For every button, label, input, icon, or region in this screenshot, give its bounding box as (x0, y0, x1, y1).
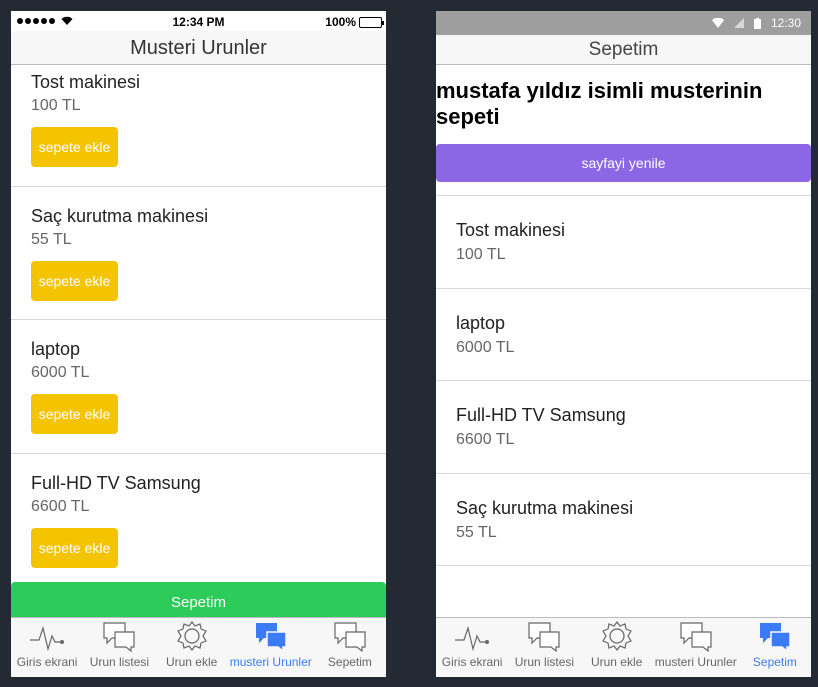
tab-label: Giris ekrani (441, 655, 503, 669)
list-item: laptop 6000 TL (436, 289, 811, 381)
product-name: Full-HD TV Samsung (456, 405, 626, 425)
ios-status-bar: 12:34 PM 100% (11, 11, 386, 31)
tab-label: Giris ekrani (16, 655, 78, 669)
gear-icon (176, 621, 207, 651)
cart-list[interactable]: Tost makinesi 100 TL laptop 6000 TL Full… (436, 195, 811, 566)
product-name: Tost makinesi (456, 220, 566, 240)
android-phone-screen: 12:30 Sepetim mustafa yıldız isimli must… (436, 11, 811, 677)
tab-label: Urun ekle (165, 655, 218, 669)
tab-label: Urun ekle (590, 655, 643, 669)
product-name: laptop (31, 339, 81, 359)
product-price: 55 TL (31, 230, 72, 248)
product-name: Tost makinesi (31, 72, 141, 92)
chat-icon (255, 623, 287, 652)
tab-label: Sepetim (327, 655, 372, 669)
pulse-icon (455, 625, 490, 652)
ios-phone-screen: 12:34 PM 100% Musteri Urunler Tost makin… (11, 11, 386, 677)
tab-sepetim[interactable]: Sepetim (739, 618, 811, 677)
tab-urun-listesi[interactable]: Urun listesi (83, 618, 155, 677)
product-price: 6600 TL (31, 497, 90, 515)
page-title: Musteri Urunler (11, 31, 386, 65)
add-to-cart-button[interactable]: sepete ekle (31, 260, 118, 301)
list-item: Tost makinesi 100 TL (436, 196, 811, 289)
product-price: 100 TL (31, 97, 81, 114)
chat-icon (528, 622, 560, 652)
list-item: laptop 6000 TL sepete ekle (11, 320, 386, 454)
tab-urun-ekle[interactable]: Urun ekle (581, 618, 653, 677)
tab-urun-listesi[interactable]: Urun listesi (508, 618, 580, 677)
pulse-icon (30, 625, 65, 652)
chat-icon (103, 622, 135, 652)
battery-icon (753, 17, 761, 29)
wifi-icon (711, 18, 724, 28)
list-item: Saç kurutma makinesi 55 TL (436, 474, 811, 566)
list-item: Full-HD TV Samsung 6600 TL (436, 381, 811, 474)
tab-sepetim[interactable]: Sepetim (314, 618, 386, 677)
product-name: Full-HD TV Samsung (31, 472, 201, 493)
battery-percent: 100% (325, 15, 356, 29)
tab-giris-ekrani[interactable]: Giris ekrani (11, 618, 83, 677)
tab-giris-ekrani[interactable]: Giris ekrani (436, 618, 508, 677)
product-list[interactable]: Tost makinesi 100 TL sepete ekle Saç kur… (11, 65, 386, 582)
tab-urun-ekle[interactable]: Urun ekle (156, 618, 228, 677)
product-price: 6600 TL (456, 431, 515, 448)
product-name: laptop (456, 312, 506, 333)
tab-label: Urun listesi (514, 655, 575, 669)
chat-icon (334, 622, 366, 652)
tab-label: musteri Urunler (229, 655, 312, 669)
tab-label: Sepetim (752, 655, 797, 669)
list-item: Tost makinesi 100 TL sepete ekle (11, 65, 386, 187)
add-to-cart-button[interactable]: sepete ekle (31, 527, 118, 568)
list-item: Full-HD TV Samsung 6600 TL sepete ekle (11, 454, 386, 583)
gear-icon (601, 621, 632, 651)
product-price: 6000 TL (456, 338, 515, 356)
cell-signal-icon (733, 18, 744, 28)
tab-bar: Giris ekrani Urun listesi Urun ekle must… (11, 617, 386, 677)
add-to-cart-button[interactable]: sepete ekle (31, 127, 118, 167)
tab-bar: Giris ekrani Urun listesi Urun ekle must… (436, 617, 811, 677)
status-time: 12:30 (770, 16, 801, 30)
page-title: Sepetim (436, 35, 811, 65)
product-name: Saç kurutma makinesi (31, 205, 209, 226)
go-to-cart-button[interactable]: Sepetim (11, 582, 386, 622)
list-item: Saç kurutma makinesi 55 TL sepete ekle (11, 187, 386, 320)
tab-label: musteri Urunler (654, 655, 737, 669)
chat-icon (680, 622, 712, 652)
tab-musteri-urunler[interactable]: musteri Urunler (653, 618, 739, 677)
cart-owner-title: mustafa yıldız isimli musterinin sepeti (436, 78, 763, 129)
product-price: 6000 TL (31, 364, 90, 381)
tab-musteri-urunler[interactable]: musteri Urunler (228, 618, 314, 677)
battery-icon (359, 16, 384, 28)
product-price: 55 TL (456, 523, 497, 541)
add-to-cart-button[interactable]: sepete ekle (31, 394, 118, 434)
product-name: Saç kurutma makinesi (456, 497, 634, 518)
android-status-bar: 12:30 (436, 11, 811, 35)
chat-icon (759, 623, 791, 652)
product-price: 100 TL (456, 246, 506, 263)
refresh-button[interactable]: sayfayi yenile (436, 144, 811, 182)
tab-label: Urun listesi (89, 655, 150, 669)
